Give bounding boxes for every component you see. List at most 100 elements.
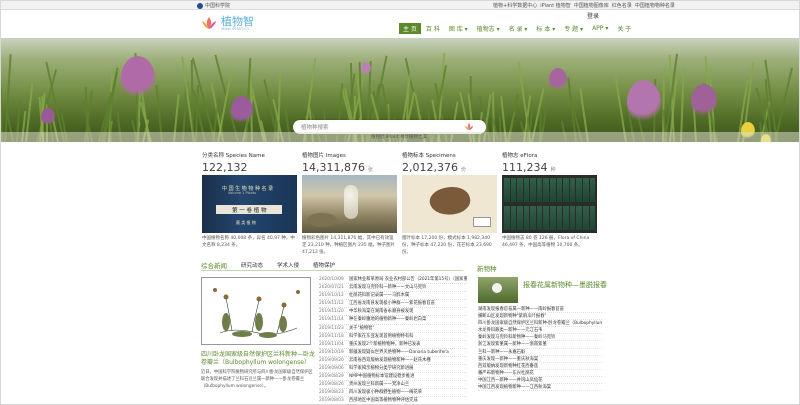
news-item[interactable]: 2019/08/26 贵州发现兰科新属——梵净山兰 xyxy=(319,381,467,390)
news-title[interactable]: 国家林业和草原局 农业农村部公告（2021年第15号）（国家重点保护野生植物名录… xyxy=(349,276,467,283)
featured-news-title[interactable]: 四川卧龙国家级自然保护区兰科新种—卧龙卷瓣兰（Bulbophyllum wolo… xyxy=(201,351,316,367)
top-link[interactable]: iPlant 植物智 xyxy=(540,2,571,9)
news-title[interactable]: 科学家在东亚发现首例植物特有科 xyxy=(349,333,413,340)
news-item[interactable]: 2020/07/21 云南发现马兜铃科一新种——文山马兜铃 xyxy=(319,284,467,293)
stat-eflora[interactable]: 植物志 eFlora 111,234 种 xyxy=(502,151,598,174)
new-species-feature-title[interactable]: 报春花属新物种—墨脱报春 xyxy=(523,280,607,290)
news-item[interactable]: 2019/09/06 科学家揭示植物分类学研究新进展 xyxy=(319,365,467,374)
new-species-item[interactable]: 秦岭发现马兜铃科新物种——秦岭马兜铃 xyxy=(478,334,602,342)
site-header: 植物智 www.iPlant.cn 登录 主 页百 科图 库 ▾ 植物志 ▾ 名 录… xyxy=(1,10,799,38)
news-date: 2019/09/06 xyxy=(319,366,344,372)
new-species-item[interactable]: 番严布新物种——东兴杜鹃花 xyxy=(478,370,602,377)
news-title[interactable]: 科学家揭示植物分类学研究新进展 xyxy=(349,365,413,372)
lotus-search-icon[interactable] xyxy=(464,122,474,132)
news-title[interactable]: 重庆发现2个新植物物种，新种已发表 xyxy=(349,341,420,348)
stat-caption: 中国植物名称 40,008 条，异名 40,97 种，中文名称 8,234 条。 xyxy=(202,236,295,248)
new-species-image[interactable] xyxy=(478,277,518,303)
news-tabs: 综合新闻 研究动态 学术入侵 植物保护 xyxy=(201,260,463,271)
news-date: 2019/11/14 xyxy=(319,317,344,323)
featured-news-image[interactable] xyxy=(201,277,311,345)
stat-images[interactable]: 植物图片 Images 14,311,876 张 xyxy=(302,151,398,174)
new-species-item[interactable]: 四川卧龙国家级自然保护区兰科新种-卧龙卷瓣兰（Bulbophyllum wolo… xyxy=(478,320,602,328)
news-item[interactable]: 2020/10/09 国家林业和草原局 农业农村部公告（2021年第15号）（国家… xyxy=(319,276,467,285)
orchid-drawing-icon xyxy=(213,288,300,338)
news-title[interactable]: 四川发现极小种群野生植物——梅花草 xyxy=(349,389,422,396)
nav-item[interactable]: 主 页 xyxy=(399,23,421,34)
nav-item[interactable]: 图 库 ▾ xyxy=(445,23,472,34)
tab-research[interactable]: 研究动态 xyxy=(241,261,263,269)
stat-caption: 植物彩色图片 14,311,876 幅，其中已有效鉴定 23,210 种，种植区… xyxy=(302,236,396,255)
new-species-item[interactable]: 西双版纳发现新物种红花西番莲 xyxy=(478,363,602,370)
new-species-item[interactable]: 横断山区发现新物种"紫鹃瓜叶报春" xyxy=(478,313,602,321)
news-title[interactable]: 中华秋海棠在湖南省永顺县被发现 xyxy=(349,308,413,315)
tab-general-news[interactable]: 综合新闻 xyxy=(201,260,227,270)
news-item[interactable]: 2019/11/23 关于"植物智" xyxy=(319,325,467,333)
nav-item[interactable]: APP ▾ xyxy=(588,23,612,34)
news-item[interactable]: 2019/11/12 江西省龙南县发现极小种群——紫花报春苣苔 xyxy=(319,300,467,309)
top-link[interactable]: 植物+科学数据中心 xyxy=(493,2,537,9)
lotus-logo-icon xyxy=(202,17,216,29)
nav-item[interactable]: 名 录 ▾ xyxy=(505,23,532,34)
news-title[interactable]: 江西省龙南县发现极小种群——紫花报春苣苔 xyxy=(349,300,435,307)
species-catalog-book-image[interactable]: 中 国 生 物 物 种 名 录 Volume 1 Plants 第 一 卷 植 … xyxy=(202,175,297,233)
stat-label: 植物标本 Specimens xyxy=(402,153,456,159)
news-item[interactable]: 2019/11/04 重庆发现2个新植物物种，新种已发表 xyxy=(319,341,467,349)
nav-item[interactable]: 专 题 ▾ xyxy=(560,23,587,34)
tab-protection[interactable]: 植物保护 xyxy=(313,261,335,269)
stat-caption: 中国植物志 80 卷 126 册，Flora of China 46,497 条… xyxy=(502,236,590,248)
nav-item[interactable]: 关 于 xyxy=(613,23,635,34)
news-item[interactable]: 2019/08/23 四川发现极小种群野生植物——梅花草 xyxy=(319,389,467,398)
news-title[interactable]: 杜鹃花科新记录属——马醉木属 xyxy=(349,292,409,299)
tab-invasion[interactable]: 学术入侵 xyxy=(277,261,299,269)
new-species-heading[interactable]: 新物种 xyxy=(477,263,497,273)
news-title[interactable]: 西部地区中国高等植物物种评估完成 xyxy=(349,397,418,404)
specimen-image[interactable] xyxy=(402,175,497,233)
new-species-item[interactable]: 兰科一新种——永嘉石斛 xyxy=(478,349,602,356)
news-item[interactable]: 2019/10/12 杜鹃花科新记录属——马醉木属 xyxy=(319,292,467,301)
nav-item[interactable]: 标 本 ▾ xyxy=(532,23,559,34)
new-species-item[interactable]: 水龙骨科蕨类一新种——元江石韦 xyxy=(478,327,602,335)
news-title[interactable]: 种在秦岭腹地的植物新种——秦岭岩白菜 xyxy=(349,316,426,323)
top-link[interactable]: 中国植物图像库 xyxy=(574,2,609,9)
top-link[interactable]: 中国植物物种名录 xyxy=(635,2,675,9)
top-links: 植物+科学数据中心 iPlant 植物智 中国植物图像库 红色名录 中国植物物种… xyxy=(493,2,675,9)
new-species-item[interactable]: 浙江发现紫堇属一新种——浙南紫堇 xyxy=(478,341,602,349)
news-item[interactable]: 2019/11/20 中华秋海棠在湖南省永顺县被发现 xyxy=(319,308,467,317)
news-item[interactable]: 2019/10/19 新疆发现疑似世界灭绝物种——Danaria tuberife… xyxy=(319,349,467,357)
news-item[interactable]: 2019/08/03 西部地区中国高等植物物种评估完成 xyxy=(319,397,467,404)
stat-specimens[interactable]: 植物标本 Specimens 2,012,376 份 xyxy=(402,151,498,174)
eflora-shelf-image[interactable] xyxy=(502,175,597,233)
news-date: 2020/10/09 xyxy=(319,277,344,282)
news-title[interactable]: NMP中国植物标本馆建设稳步推进 xyxy=(349,373,414,380)
news-item[interactable]: 2019/09/20 云南省西双版纳发现植物新种——赵氏木槿 xyxy=(319,357,467,366)
top-link[interactable]: 红色名录 xyxy=(612,2,632,9)
news-date: 2019/09/20 xyxy=(319,357,344,363)
new-species-item[interactable]: 湖南发现报春苣苔属一新种——南岭报春苣苔 xyxy=(478,306,602,314)
book-small: 蕨 类 植 物 xyxy=(236,220,256,225)
news-date: 2020/07/21 xyxy=(319,285,344,291)
news-date: 2019/08/29 xyxy=(319,374,344,380)
new-species-item[interactable]: 重庆发现一新种——重庆秋海棠 xyxy=(478,356,602,363)
nav-item[interactable]: 植物志 ▾ xyxy=(473,23,504,34)
news-item[interactable]: 2019/11/14 种在秦岭腹地的植物新种——秦岭岩白菜 xyxy=(319,316,467,325)
new-species-item[interactable]: 中国江西发现植物新种——江西秋海棠 xyxy=(478,384,602,392)
nav-item[interactable]: 百 科 xyxy=(422,23,444,34)
news-title[interactable]: 云南省西双版纳发现植物新种——赵氏木槿 xyxy=(349,357,431,364)
plant-photo-image[interactable] xyxy=(302,175,397,233)
news-date: 2019/11/23 xyxy=(319,325,344,331)
search-placeholder[interactable]: 植物种搜索 xyxy=(301,123,329,131)
site-logo[interactable]: 植物智 www.iPlant.cn xyxy=(200,15,254,31)
featured-news-desc: 近日，中国科学院植物研究所与四川卧龙国家级自然保护区联合发现并描述了兰科石豆兰属… xyxy=(201,370,313,389)
new-species-item[interactable]: 中国江西一新种——井冈山凤仙花 xyxy=(478,377,602,385)
news-title[interactable]: 云南发现马兜铃科一新种——文山马兜铃 xyxy=(349,284,426,291)
news-item[interactable]: 2019/11/18 科学家在东亚发现首例植物特有科 xyxy=(319,333,467,341)
cas-logo[interactable]: 中国科学院 xyxy=(197,2,230,9)
news-title[interactable]: 贵州发现兰科新属——梵净山兰 xyxy=(349,381,409,388)
news-title[interactable]: 关于"植物智" xyxy=(349,325,374,332)
login-link[interactable]: 登录 xyxy=(587,11,599,20)
stat-species-name[interactable]: 分类名称 Species Name 122,132 xyxy=(202,151,298,174)
news-date: 2019/11/12 xyxy=(319,301,344,307)
stat-value: 2,012,376 份 xyxy=(402,161,466,174)
news-item[interactable]: 2019/08/29 NMP中国植物标本馆建设稳步推进 xyxy=(319,373,467,382)
news-title[interactable]: 新疆发现疑似世界灭绝物种——Danaria tuberifera xyxy=(349,349,449,356)
